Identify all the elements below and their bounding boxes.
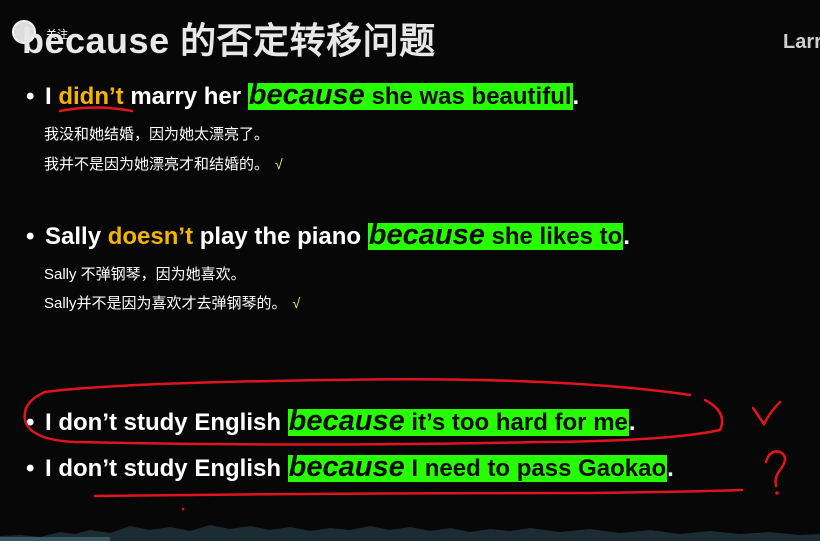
because-word: because: [248, 79, 365, 111]
because-clause: I need to pass Gaokao: [404, 455, 667, 482]
check-mark: √: [292, 295, 301, 311]
sentence-3: • I don’t study English because it’s too …: [26, 406, 636, 438]
bullet: •: [26, 409, 35, 436]
because-word: because: [368, 219, 485, 251]
check-mark: √: [275, 156, 283, 172]
bullet: •: [26, 455, 35, 482]
translation-2a: Sally 不弹钢琴，因为她喜欢。: [44, 266, 246, 283]
underline-sentence-4-mark: [93, 488, 744, 498]
video-progress-bar[interactable]: [0, 518, 820, 541]
because-highlight: because she likes to: [367, 220, 624, 250]
because-clause: she was beautiful: [364, 83, 572, 110]
because-highlight: because she was beautiful: [247, 80, 573, 110]
sentence-text: I: [45, 83, 59, 110]
corner-text: Larr: [783, 31, 820, 53]
because-clause: it’s too hard for me: [404, 409, 628, 436]
because-word: because: [288, 405, 405, 437]
question-dot-mark: [775, 491, 779, 495]
page-title: because 的否定转移问题: [22, 20, 436, 61]
sentence-text: I don’t study English: [45, 409, 288, 436]
period: .: [623, 223, 630, 250]
negation-word: doesn’t: [107, 223, 194, 250]
playback-progress: [0, 537, 110, 541]
negation-word: didn’t: [58, 83, 124, 110]
tick-mark: [751, 400, 782, 427]
because-highlight: because I need to pass Gaokao: [287, 452, 668, 482]
sentence-text: I don’t study English: [45, 455, 288, 482]
translation-text: Sally并不是因为喜欢才去弹钢琴的。: [44, 295, 287, 312]
because-word: because: [288, 451, 405, 483]
sentence-1: • I didn’t marry her because she was beau…: [26, 80, 579, 112]
translation-1a: 我没和她结婚，因为她太漂亮了。: [44, 126, 270, 143]
because-clause: she likes to: [484, 223, 623, 250]
period: .: [572, 83, 580, 110]
question-mark: [764, 450, 787, 488]
translation-text: 我并不是因为她漂亮才和结婚的。: [44, 156, 270, 173]
waveform-shape: [0, 525, 820, 541]
ink-dot-mark: [181, 507, 185, 511]
period: .: [667, 455, 674, 482]
sentence-text: marry her: [123, 83, 248, 110]
translation-2b: Sally并不是因为喜欢才去弹钢琴的。 √: [44, 292, 300, 313]
sentence-text: Sally: [45, 223, 108, 250]
sentence-4: • I don’t study English because I need to…: [26, 452, 674, 484]
period: .: [628, 409, 636, 436]
bullet: •: [26, 223, 35, 250]
because-highlight: because it’s too hard for me: [287, 406, 629, 436]
translation-1b: 我并不是因为她漂亮才和结婚的。 √: [44, 153, 283, 174]
bullet: •: [26, 83, 35, 110]
sentence-text: play the piano: [193, 223, 368, 250]
sentence-2: • Sally doesn’t play the piano because sh…: [26, 220, 630, 252]
